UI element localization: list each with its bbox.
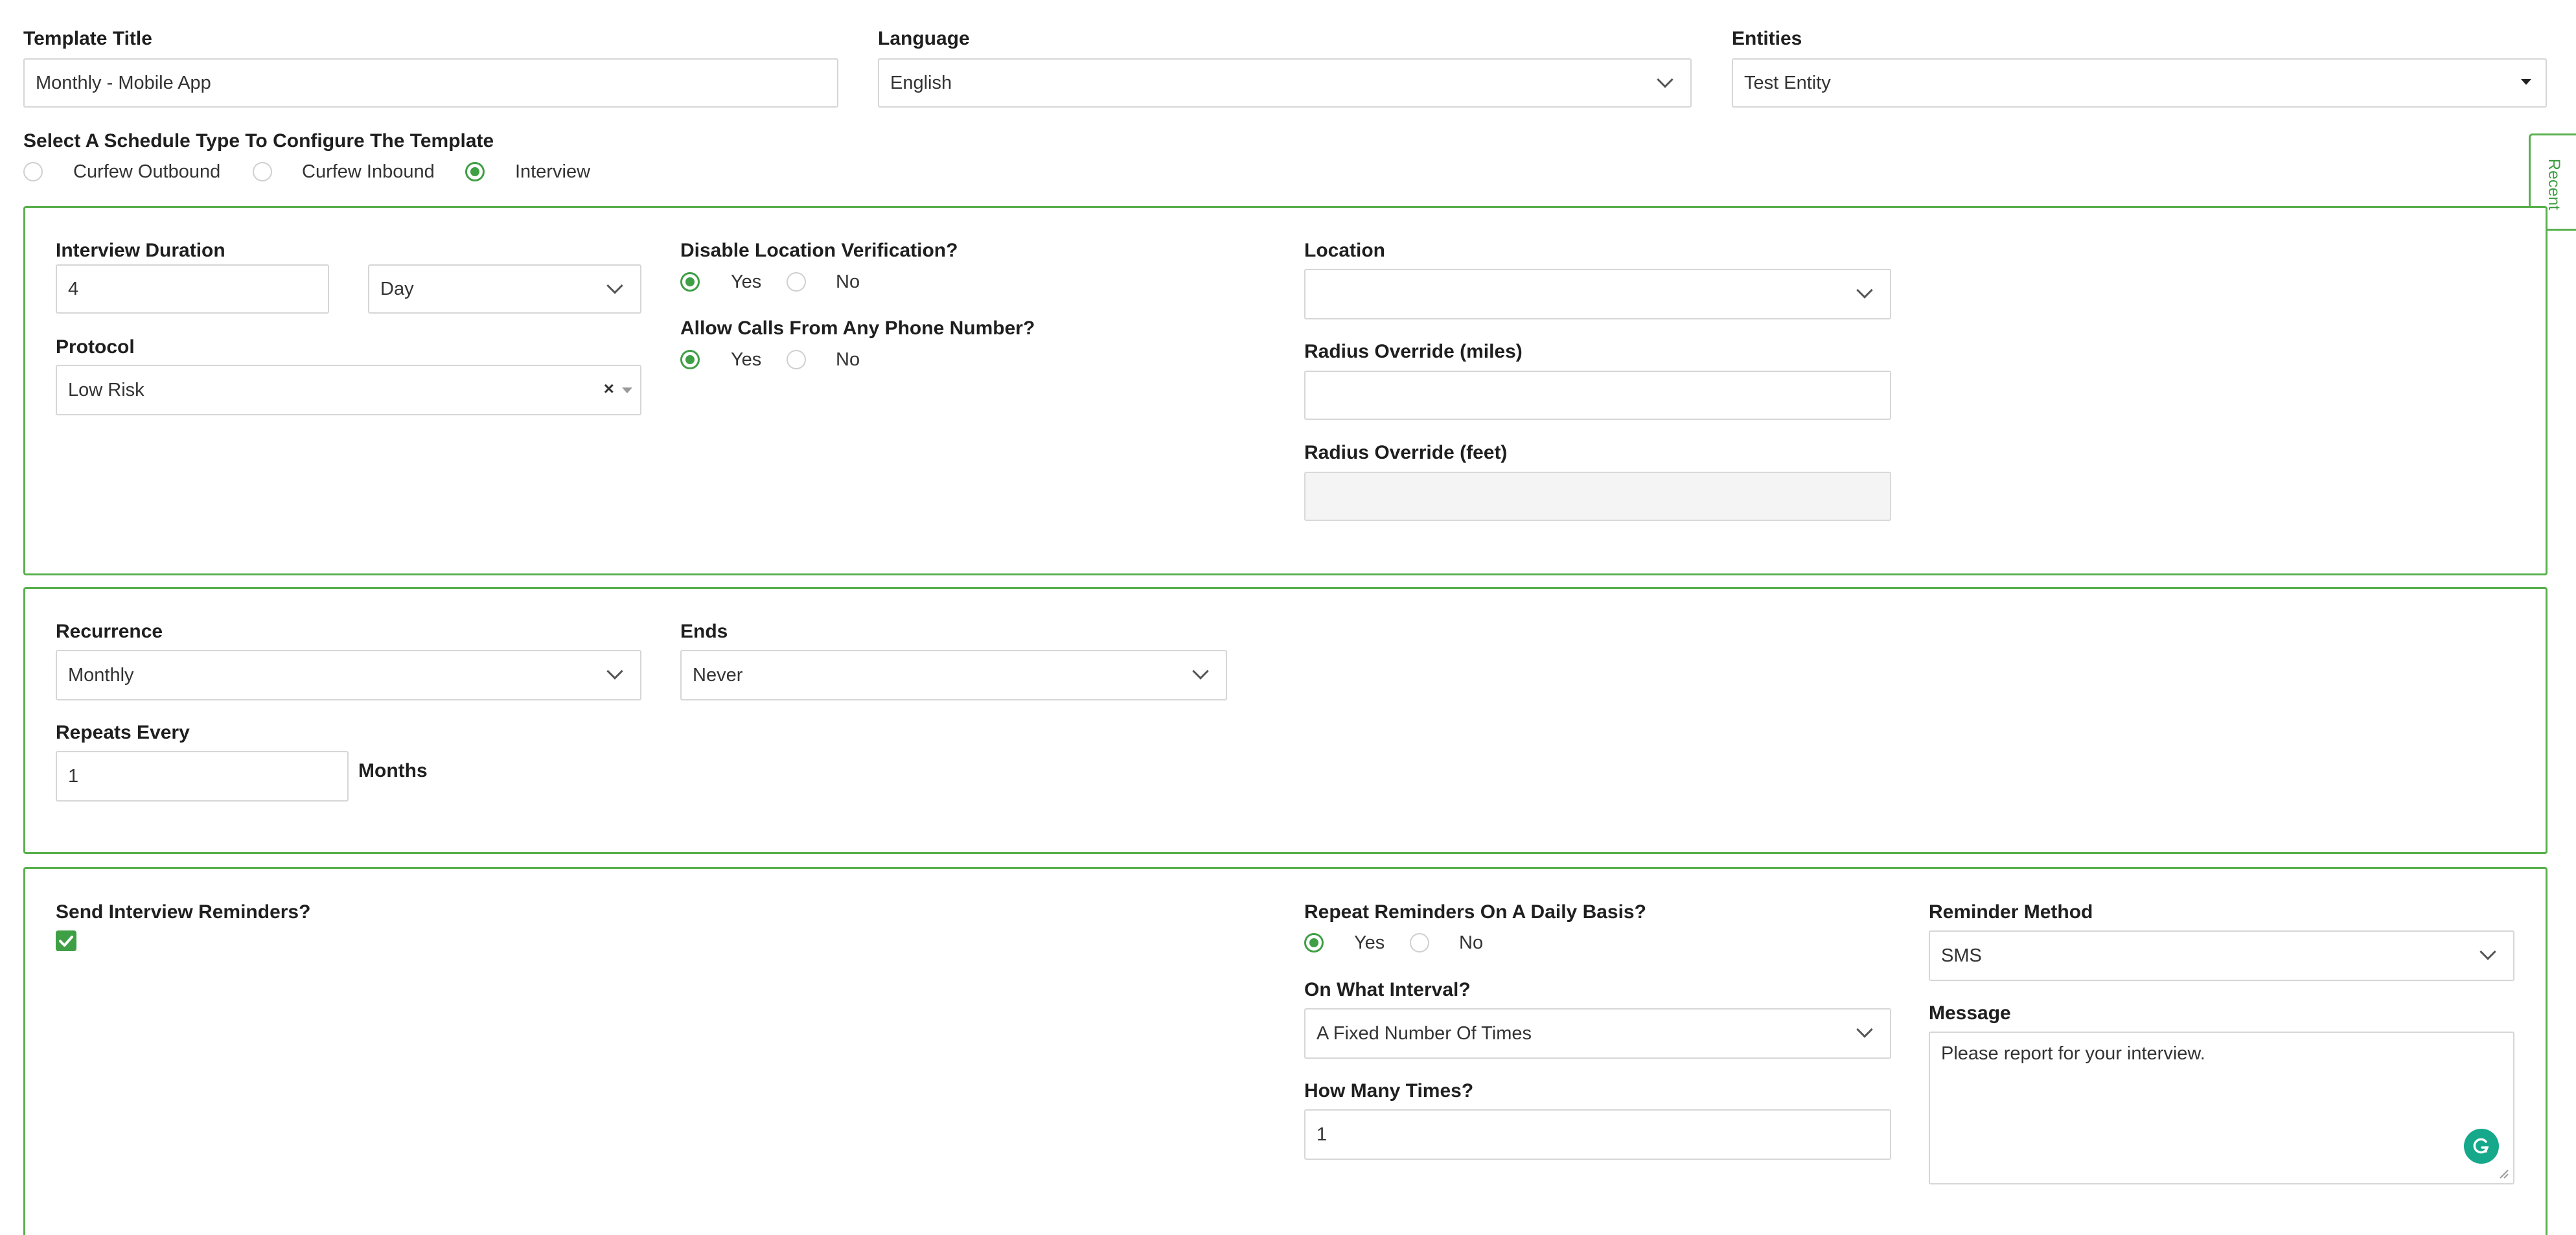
radio-disable-location-no[interactable] <box>787 272 806 292</box>
language-value: English <box>890 72 952 93</box>
radio-repeat-daily-yes-label: Yes <box>1354 932 1385 953</box>
entities-label: Entities <box>1732 28 1802 49</box>
ends-label: Ends <box>680 621 728 642</box>
radio-curfew-outbound-label: Curfew Outbound <box>73 161 221 182</box>
chevron-down-icon <box>1856 282 1873 299</box>
language-select[interactable]: English <box>878 58 1692 108</box>
repeat-daily-label: Repeat Reminders On A Daily Basis? <box>1304 901 1646 923</box>
how-many-label: How Many Times? <box>1304 1080 1474 1102</box>
chevron-down-icon <box>1192 663 1209 680</box>
protocol-select[interactable]: Low Risk × <box>56 365 641 415</box>
chevron-down-icon <box>2479 943 2496 960</box>
radio-allow-calls-no-label: No <box>836 349 860 370</box>
radius-feet-label: Radius Override (feet) <box>1304 442 1508 463</box>
schedule-type-label: Select A Schedule Type To Configure The … <box>23 130 494 152</box>
chevron-down-icon <box>1856 1021 1873 1038</box>
reminder-method-label: Reminder Method <box>1929 901 2093 923</box>
interview-duration-label: Interview Duration <box>56 240 225 261</box>
radio-disable-location-yes[interactable] <box>680 272 700 292</box>
clear-icon[interactable]: × <box>604 378 614 399</box>
radio-disable-location-no-label: No <box>836 271 860 292</box>
radio-allow-calls-yes-label: Yes <box>731 349 762 370</box>
radio-interview-label: Interview <box>515 161 591 182</box>
ends-value: Never <box>693 664 743 686</box>
radius-miles-input[interactable] <box>1304 371 1891 420</box>
message-value: Please report for your interview. <box>1941 1043 2205 1064</box>
caret-down-icon <box>2521 79 2531 85</box>
radio-interview[interactable] <box>465 162 485 181</box>
recurrence-label: Recurrence <box>56 621 163 642</box>
radio-curfew-inbound-label: Curfew Inbound <box>302 161 435 182</box>
message-textarea[interactable]: Please report for your interview. <box>1929 1032 2514 1184</box>
template-title-value: Monthly - Mobile App <box>36 72 211 93</box>
protocol-label: Protocol <box>56 336 135 358</box>
repeats-unit-label: Months <box>358 760 428 781</box>
disable-location-label: Disable Location Verification? <box>680 240 958 261</box>
repeats-every-label: Repeats Every <box>56 722 190 743</box>
how-many-value: 1 <box>1317 1124 1328 1145</box>
send-reminders-checkbox[interactable] <box>56 930 76 951</box>
chevron-down-icon <box>606 277 623 294</box>
checkmark-icon <box>59 936 73 947</box>
radio-repeat-daily-yes[interactable] <box>1304 933 1324 952</box>
location-select[interactable] <box>1304 269 1891 319</box>
radius-feet-input <box>1304 472 1891 521</box>
ends-select[interactable]: Never <box>680 650 1227 700</box>
allow-calls-label: Allow Calls From Any Phone Number? <box>680 317 1035 339</box>
grammarly-icon[interactable] <box>2464 1129 2499 1164</box>
recurrence-select[interactable]: Monthly <box>56 650 641 700</box>
interval-label: On What Interval? <box>1304 979 1471 1000</box>
template-title-input[interactable]: Monthly - Mobile App <box>23 58 838 108</box>
repeats-every-value: 1 <box>68 765 79 787</box>
radio-repeat-daily-no[interactable] <box>1410 933 1429 952</box>
duration-unit-select[interactable]: Day <box>368 264 641 314</box>
radio-allow-calls-no[interactable] <box>787 350 806 369</box>
radio-curfew-outbound[interactable] <box>23 162 43 181</box>
recurrence-panel <box>23 587 2547 854</box>
interview-duration-input[interactable]: 4 <box>56 264 329 314</box>
recent-tab-label: Recent <box>2545 158 2564 210</box>
protocol-value: Low Risk <box>68 379 144 400</box>
recurrence-value: Monthly <box>68 664 134 686</box>
template-title-label: Template Title <box>23 28 152 49</box>
radio-allow-calls-yes[interactable] <box>680 350 700 369</box>
message-label: Message <box>1929 1002 2011 1024</box>
entities-select[interactable]: Test Entity <box>1732 58 2547 108</box>
repeats-every-input[interactable]: 1 <box>56 751 349 802</box>
interview-duration-value: 4 <box>68 278 79 299</box>
send-reminders-label: Send Interview Reminders? <box>56 901 311 923</box>
grammarly-g-icon <box>2473 1138 2489 1154</box>
location-label: Location <box>1304 240 1385 261</box>
chevron-down-icon <box>1657 71 1673 88</box>
language-label: Language <box>878 28 970 49</box>
entities-value: Test Entity <box>1744 72 1831 93</box>
radio-disable-location-yes-label: Yes <box>731 271 762 292</box>
chevron-down-icon <box>606 663 623 680</box>
duration-unit-value: Day <box>380 278 414 299</box>
how-many-input[interactable]: 1 <box>1304 1109 1891 1160</box>
interval-select[interactable]: A Fixed Number Of Times <box>1304 1008 1891 1059</box>
interval-value: A Fixed Number Of Times <box>1317 1022 1532 1044</box>
reminder-method-select[interactable]: SMS <box>1929 930 2514 981</box>
caret-down-icon <box>622 387 632 393</box>
radius-miles-label: Radius Override (miles) <box>1304 341 1523 362</box>
radio-repeat-daily-no-label: No <box>1459 932 1484 953</box>
radio-curfew-inbound[interactable] <box>253 162 272 181</box>
resize-handle-icon[interactable] <box>2498 1168 2509 1179</box>
reminder-method-value: SMS <box>1941 945 1982 966</box>
